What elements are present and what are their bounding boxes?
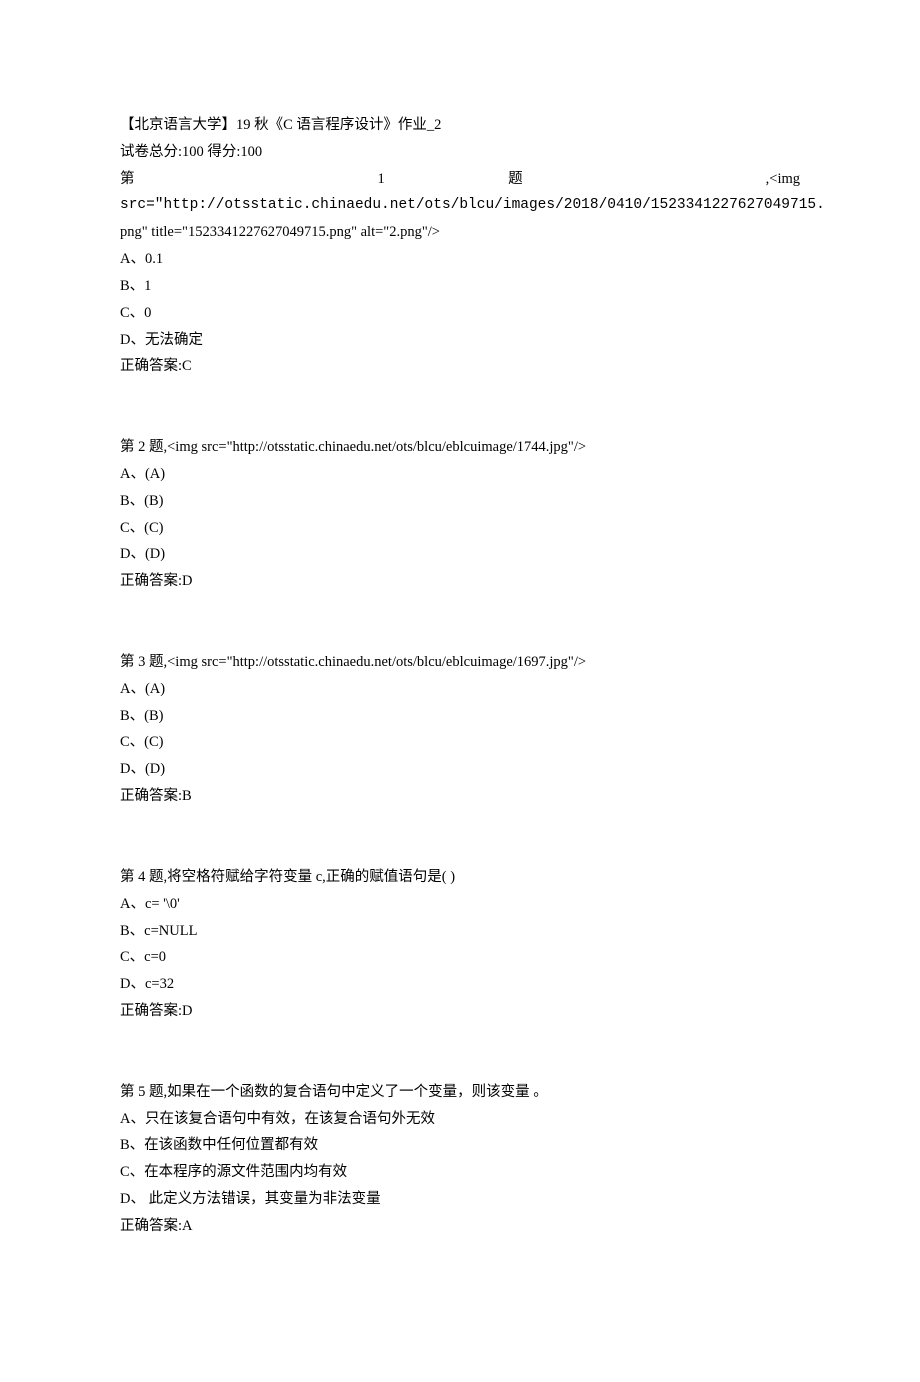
q1-stem-line3: png" title="1523341227627049715.png" alt… (120, 219, 800, 246)
q5-option-a: A、只在该复合语句中有效，在该复合语句外无效 (120, 1106, 800, 1133)
q1-img-open: ,<img (766, 171, 800, 187)
q1-option-b: B、1 (120, 273, 800, 300)
question-2: 第 2 题,<img src="http://otsstatic.chinaed… (120, 434, 800, 595)
q1-stem-line1: 第 1 题 ,<img (120, 166, 800, 193)
q1-option-d: D、无法确定 (120, 327, 800, 354)
q1-label-di: 第 (120, 171, 254, 187)
q3-option-a: A、(A) (120, 676, 800, 703)
q4-stem: 第 4 题,将空格符赋给字符变量 c,正确的赋值语句是( ) (120, 864, 800, 891)
q1-option-c: C、0 (120, 300, 800, 327)
q2-option-c: C、(C) (120, 515, 800, 542)
q2-option-a: A、(A) (120, 461, 800, 488)
q1-label-ti: 题 (508, 171, 642, 187)
q2-stem: 第 2 题,<img src="http://otsstatic.chinaed… (120, 434, 800, 461)
doc-title: 【北京语言大学】19 秋《C 语言程序设计》作业_2 (120, 112, 800, 139)
q3-stem: 第 3 题,<img src="http://otsstatic.chinaed… (120, 649, 800, 676)
q4-option-b: B、c=NULL (120, 918, 800, 945)
question-1: 第 1 题 ,<img src="http://otsstatic.chinae… (120, 166, 800, 381)
q5-option-c: C、在本程序的源文件范围内均有效 (120, 1159, 800, 1186)
q2-option-b: B、(B) (120, 488, 800, 515)
q4-answer: 正确答案:D (120, 998, 800, 1025)
document-page: 【北京语言大学】19 秋《C 语言程序设计》作业_2 试卷总分:100 得分:1… (0, 0, 920, 1382)
q3-option-b: B、(B) (120, 703, 800, 730)
q1-stem-line2: src="http://otsstatic.chinaedu.net/ots/b… (120, 192, 800, 219)
q3-answer: 正确答案:B (120, 783, 800, 810)
q5-stem: 第 5 题,如果在一个函数的复合语句中定义了一个变量，则该变量 。 (120, 1079, 800, 1106)
q5-option-b: B、在该函数中任何位置都有效 (120, 1132, 800, 1159)
q4-option-d: D、c=32 (120, 971, 800, 998)
q2-answer: 正确答案:D (120, 568, 800, 595)
q2-option-d: D、(D) (120, 541, 800, 568)
q1-number: 1 (378, 171, 385, 187)
question-4: 第 4 题,将空格符赋给字符变量 c,正确的赋值语句是( ) A、c= '\0'… (120, 864, 800, 1025)
q3-option-d: D、(D) (120, 756, 800, 783)
q5-option-d: D、 此定义方法错误，其变量为非法变量 (120, 1186, 800, 1213)
question-5: 第 5 题,如果在一个函数的复合语句中定义了一个变量，则该变量 。 A、只在该复… (120, 1079, 800, 1240)
question-3: 第 3 题,<img src="http://otsstatic.chinaed… (120, 649, 800, 810)
q5-answer: 正确答案:A (120, 1213, 800, 1240)
q4-option-a: A、c= '\0' (120, 891, 800, 918)
header-block: 【北京语言大学】19 秋《C 语言程序设计》作业_2 试卷总分:100 得分:1… (120, 112, 800, 166)
score-line: 试卷总分:100 得分:100 (120, 139, 800, 166)
q1-option-a: A、0.1 (120, 246, 800, 273)
q1-answer: 正确答案:C (120, 353, 800, 380)
q4-option-c: C、c=0 (120, 944, 800, 971)
q3-option-c: C、(C) (120, 729, 800, 756)
